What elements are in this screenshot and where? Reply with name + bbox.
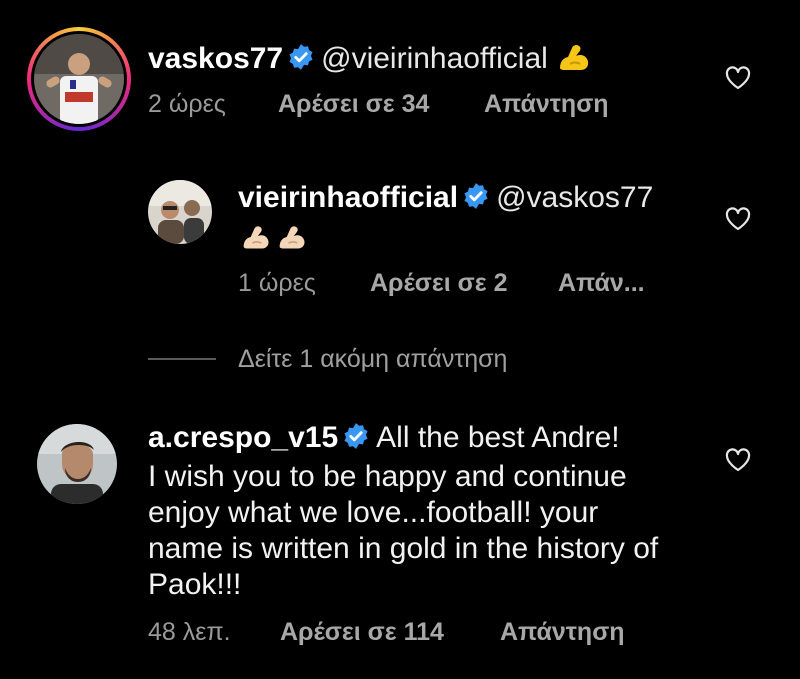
comment-text-line: name is written in gold in the history o… [148, 532, 659, 565]
timestamp: 48 λεπ. [148, 618, 231, 646]
comment-meta: 1 ώρες Αρέσει σε 2 Απάν... [238, 269, 645, 298]
comment-body: vaskos77 @vieirinhaofficial [148, 40, 708, 83]
mention-link[interactable]: @vieirinhaofficial [321, 42, 548, 75]
reply-button[interactable]: Απάν... [558, 269, 645, 298]
comment-text-line: All the best Andre! [376, 421, 620, 454]
comment-text-line: I wish you to be happy and continue [148, 460, 627, 493]
username[interactable]: vieirinhaofficial [238, 181, 458, 214]
verified-badge-icon [287, 43, 315, 80]
comment-a-crespo: a.crespo_v15 All the best Andre! I wish y… [0, 400, 800, 679]
comment-vaskos77: vaskos77 @vieirinhaofficial 2 ώρες Αρέσει … [0, 0, 800, 150]
reply-button[interactable]: Απάντηση [500, 618, 625, 647]
flexed-biceps-emoji [274, 222, 310, 261]
likes-count[interactable]: Αρέσει σε 2 [370, 269, 558, 298]
comment-meta: 48 λεπ. Αρέσει σε 114 Απάντηση [148, 618, 625, 647]
avatar[interactable] [37, 424, 117, 504]
avatar [34, 34, 124, 124]
divider [148, 358, 216, 360]
avatar-story-ring[interactable] [27, 27, 131, 131]
flexed-biceps-emoji [238, 222, 274, 261]
comment-body: a.crespo_v15 All the best Andre! I wish y… [148, 420, 708, 603]
verified-badge-icon [462, 182, 490, 219]
comment-body: vieirinhaofficial @vaskos77 [238, 180, 708, 261]
view-more-replies[interactable]: Δείτε 1 ακόμη απάντηση [148, 342, 507, 376]
likes-count[interactable]: Αρέσει σε 34 [278, 90, 484, 119]
heart-icon[interactable] [725, 448, 751, 472]
comment-text-line: enjoy what we love...football! your [148, 496, 599, 529]
heart-icon[interactable] [725, 207, 751, 231]
username[interactable]: a.crespo_v15 [148, 421, 338, 454]
timestamp: 1 ώρες [238, 269, 316, 297]
avatar[interactable] [148, 180, 212, 244]
reply-button[interactable]: Απάντηση [484, 90, 609, 119]
flexed-biceps-emoji [556, 40, 592, 83]
username[interactable]: vaskos77 [148, 42, 283, 75]
view-more-replies-label[interactable]: Δείτε 1 ακόμη απάντηση [238, 345, 507, 374]
heart-icon[interactable] [725, 66, 751, 90]
verified-badge-icon [342, 422, 370, 459]
comment-vieirinhaofficial: vieirinhaofficial @vaskos77 1 ώρες Αρέσει … [0, 160, 800, 310]
timestamp: 2 ώρες [148, 90, 226, 118]
comment-meta: 2 ώρες Αρέσει σε 34 Απάντηση [148, 90, 609, 119]
mention-link[interactable]: @vaskos77 [496, 181, 653, 214]
comment-text-line: Paok!!! [148, 568, 242, 601]
likes-count[interactable]: Αρέσει σε 114 [280, 618, 500, 647]
